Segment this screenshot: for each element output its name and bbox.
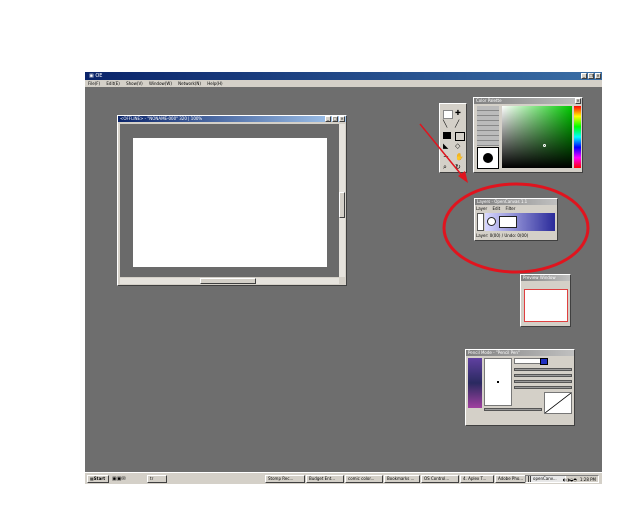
taskbar: ▦Start ▣▣✉ tr Stomp Rec... Budget Ent...…: [85, 472, 602, 484]
taskbar-item-4[interactable]: comic color...: [345, 475, 383, 483]
system-tray: ◐◑◒◓ 1:28 PM: [525, 475, 599, 483]
taskbar-item-6[interactable]: OS Control...: [421, 475, 459, 483]
taskbar-item-1[interactable]: tr: [147, 475, 167, 483]
start-label: Start: [93, 476, 106, 481]
clock: 1:28 PM: [579, 476, 596, 482]
annotation-overlay: [419, 123, 590, 274]
annotation-arrow-line: [419, 123, 465, 179]
taskbar-item-2[interactable]: Stomp Rec...: [265, 475, 305, 483]
taskbar-item-5[interactable]: Bookmarks ...: [384, 475, 420, 483]
taskbar-item-8[interactable]: Adobe Pho...: [495, 475, 529, 483]
annotation-ellipse: [442, 182, 590, 274]
taskbar-item-3[interactable]: Budget Ent...: [306, 475, 344, 483]
taskbar-item-7[interactable]: 4. Aplex T...: [460, 475, 494, 483]
tray-icons[interactable]: ◐◑◒◓: [563, 477, 577, 482]
quick-launch-icons[interactable]: ▣▣✉: [112, 476, 126, 482]
start-button[interactable]: ▦Start: [87, 475, 109, 483]
